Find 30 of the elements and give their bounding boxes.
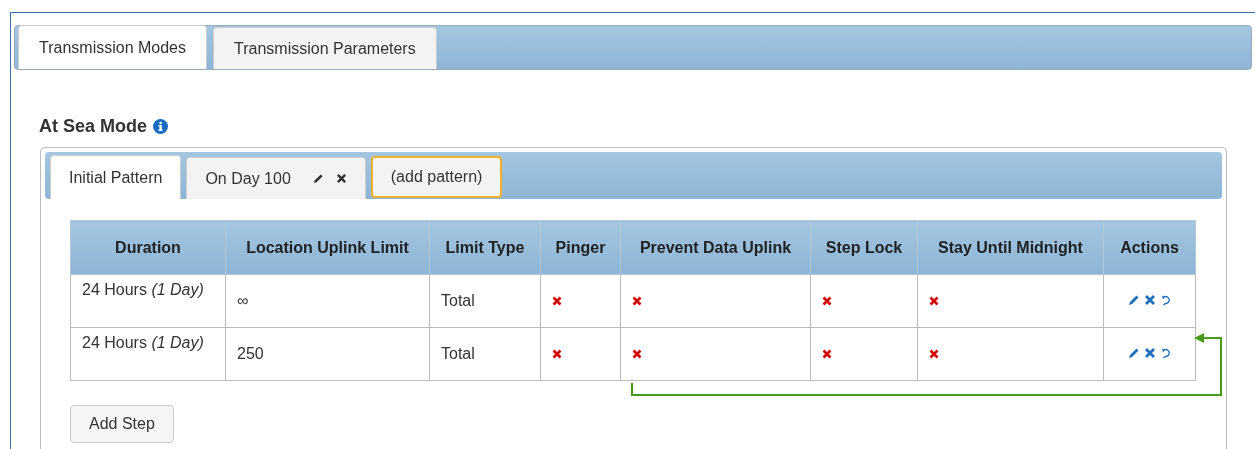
pencil-icon[interactable]	[312, 173, 324, 184]
column-header: Stay Until Midnight	[917, 220, 1104, 275]
pattern-tab[interactable]: On Day 100	[186, 157, 366, 199]
pattern-tab[interactable]: Initial Pattern	[50, 155, 182, 199]
add-pattern-tab[interactable]: (add pattern)	[370, 156, 503, 198]
delete-icon[interactable]	[1143, 294, 1156, 306]
close-icon[interactable]	[335, 173, 347, 184]
info-icon[interactable]	[153, 119, 169, 134]
delete-icon[interactable]	[1143, 347, 1156, 359]
undo-icon[interactable]	[1159, 347, 1172, 359]
table-cell: 250	[225, 327, 430, 381]
table-cell: 24 Hours (1 Day)	[70, 327, 226, 381]
tab[interactable]: Transmission Modes	[18, 25, 207, 69]
column-header: Limit Type	[429, 220, 541, 275]
column-header: Pinger	[540, 220, 621, 275]
pencil-icon[interactable]	[1127, 347, 1140, 359]
column-header: Step Lock	[810, 220, 918, 275]
column-header: Location Uplink Limit	[225, 220, 430, 275]
table-cell: 24 Hours (1 Day)	[70, 274, 226, 328]
tab[interactable]: Transmission Parameters	[213, 27, 437, 69]
table-cell: ∞	[225, 274, 430, 328]
table-cell: Total	[429, 274, 541, 328]
pencil-icon[interactable]	[1127, 294, 1140, 306]
column-header: Prevent Data Uplink	[620, 220, 811, 275]
column-header: Actions	[1103, 220, 1196, 275]
table-cell: Total	[429, 327, 541, 381]
column-header: Duration	[70, 220, 226, 275]
undo-icon[interactable]	[1159, 294, 1172, 306]
section-title: At Sea Mode	[39, 116, 148, 137]
add-step-button[interactable]: Add Step	[70, 405, 174, 443]
